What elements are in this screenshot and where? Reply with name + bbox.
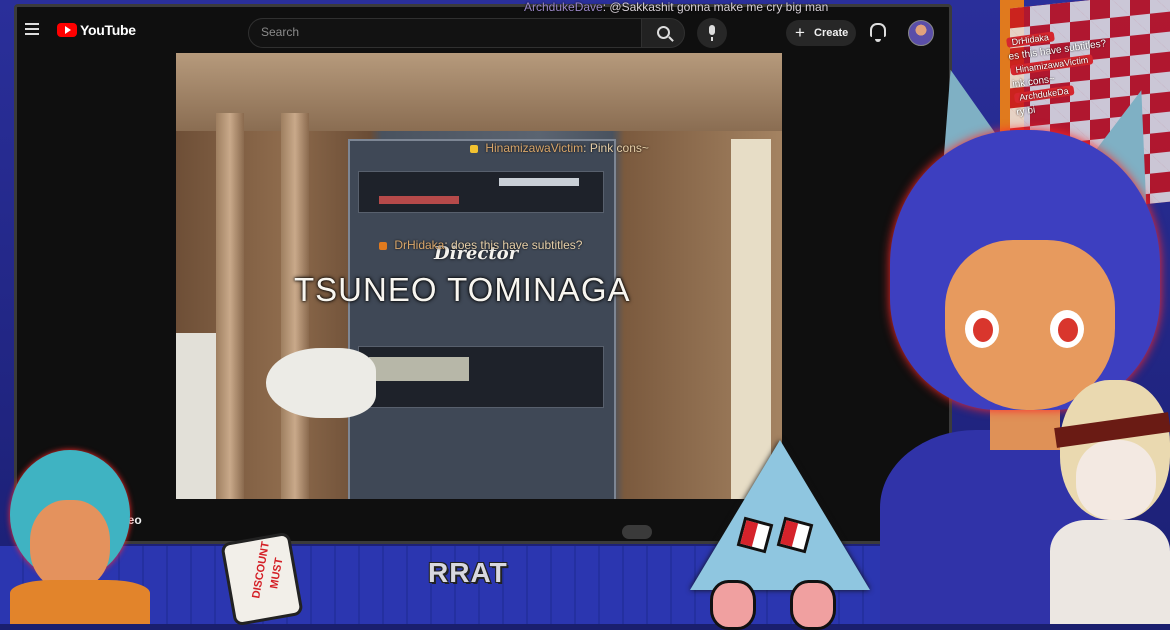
character-body: [1050, 520, 1170, 624]
create-button[interactable]: + Create: [786, 20, 856, 46]
chat-username: HinamizawaVictim: [485, 141, 584, 155]
left-character-avatar: [0, 430, 170, 624]
character-face: [30, 500, 110, 590]
video-action-button[interactable]: [622, 525, 652, 539]
overlay-chat-message: HinamizawaVictim: Pink cons~: [470, 141, 649, 155]
bell-icon[interactable]: [870, 23, 886, 42]
chat-text: @Sakkashit gonna make me cry big man: [609, 0, 829, 14]
menu-icon[interactable]: [25, 23, 39, 35]
search-icon: [657, 26, 670, 39]
youtube-wordmark[interactable]: YouTube: [80, 22, 136, 38]
chat-separator: :: [444, 238, 448, 252]
mascot-paw: [790, 580, 836, 630]
discount-sticker: DISCOUNT MUST: [223, 535, 301, 623]
chat-username: ArchdukeDave: [524, 0, 603, 14]
create-label: Create: [814, 27, 849, 39]
chat-badge-icon: [379, 241, 387, 250]
video-stereo: [348, 139, 616, 499]
character-face: [1076, 440, 1156, 520]
video-stereo-deck: [358, 171, 604, 213]
deck-light: [499, 178, 579, 186]
chat-text: does this have subtitles?: [451, 238, 583, 252]
search-input[interactable]: [259, 24, 623, 40]
character-body: [10, 580, 150, 624]
deck-light: [369, 357, 469, 381]
sticker-text: MUST: [268, 556, 286, 590]
chat-separator: :: [583, 141, 587, 155]
search-button[interactable]: [641, 18, 685, 48]
youtube-logo-icon[interactable]: [57, 23, 77, 37]
overlay-chat-message: DrHidaka: does this have subtitles?: [379, 238, 582, 252]
search-box[interactable]: [248, 18, 642, 48]
avatar[interactable]: [908, 20, 934, 46]
chat-badge-icon: [470, 144, 478, 153]
video-shelf: [176, 53, 782, 131]
chat-text: Pink cons~: [589, 141, 649, 155]
voice-search-button[interactable]: [697, 18, 727, 48]
right-character-avatar: [1050, 380, 1170, 624]
video-shelf-post: [216, 113, 244, 499]
sticker-text: DISCOUNT: [250, 540, 273, 600]
chat-separator: :: [602, 0, 607, 14]
top-chat-message: ArchdukeDave: @Sakkashit gonna make me c…: [524, 0, 828, 14]
credit-name: TSUNEO TOMINAGA: [294, 271, 631, 308]
video-cat: [266, 348, 376, 418]
chat-username: DrHidaka: [394, 238, 445, 252]
video-wall: [176, 333, 216, 499]
cat-mascot: [680, 440, 880, 630]
mascot-paw: [710, 580, 756, 630]
rrat-label: RRAT: [428, 557, 508, 588]
mascot-head: [690, 440, 870, 590]
plus-icon: +: [795, 23, 805, 42]
character-eye: [965, 310, 999, 348]
character-eye: [1050, 310, 1084, 348]
video-stereo-deck: [358, 346, 604, 408]
deck-light: [379, 196, 459, 204]
youtube-topbar: YouTube + Create: [17, 7, 949, 55]
video-player[interactable]: Director TSUNEO TOMINAGA HinamizawaVicti…: [176, 53, 782, 499]
mic-icon: [709, 25, 715, 41]
